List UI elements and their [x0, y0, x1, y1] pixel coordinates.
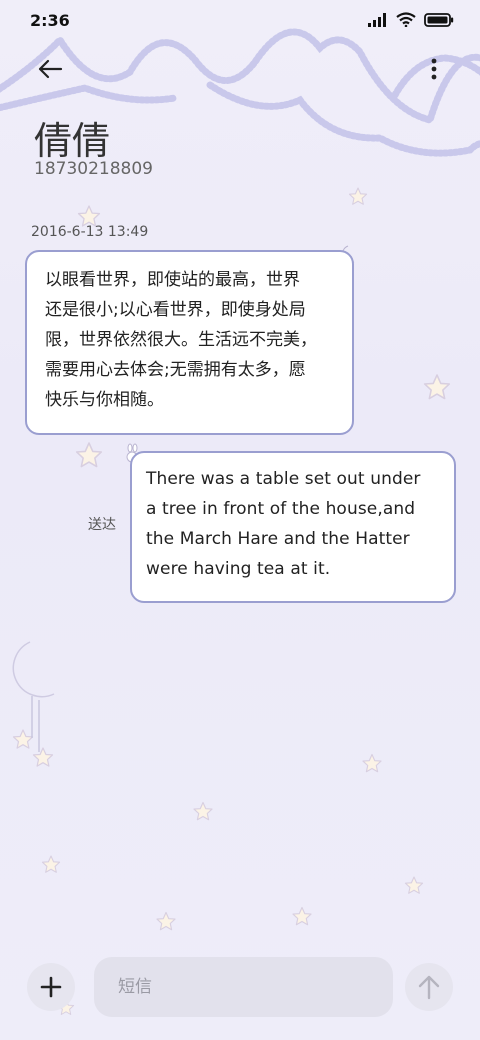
contact-name: 倩倩	[34, 119, 111, 163]
send-button[interactable]	[405, 963, 453, 1011]
contact-number: 18730218809	[34, 159, 153, 179]
message-line: 限，世界依然很大。生活远不完美，	[45, 330, 317, 350]
send-arrow-icon	[418, 975, 440, 1000]
status-icons	[368, 12, 454, 27]
outgoing-message-bubble[interactable]: There was a table set out under a tree i…	[130, 451, 456, 603]
battery-icon	[424, 12, 454, 27]
message-line: the March Hare and the Hatter	[146, 529, 410, 549]
message-timestamp: 2016-6-13 13:49	[31, 224, 149, 240]
message-line: 还是很小;以心看世界，即使身处局	[45, 300, 306, 320]
signal-icon	[368, 12, 386, 27]
delivery-status: 送达	[88, 517, 116, 533]
back-button[interactable]	[30, 52, 70, 86]
status-time: 2:36	[30, 11, 70, 30]
incoming-message-bubble[interactable]: 以眼看世界，即使站的最高，世界 还是很小;以心看世界，即使身处局 限，世界依然很…	[25, 250, 354, 435]
message-line: 以眼看世界，即使站的最高，世界	[45, 270, 300, 290]
wifi-icon	[396, 12, 416, 27]
add-attachment-button[interactable]	[27, 963, 75, 1011]
message-line: There was a table set out under	[146, 469, 421, 489]
plus-icon	[40, 976, 62, 998]
message-line: a tree in front of the house,and	[146, 499, 416, 519]
message-line: 快乐与你相随。	[45, 390, 164, 410]
more-vertical-icon	[431, 58, 437, 80]
message-line: 需要用心去体会;无需拥有太多，愿	[45, 360, 306, 380]
status-bar: 2:36	[0, 0, 480, 40]
more-options-button[interactable]	[424, 52, 444, 86]
message-line: were having tea at it.	[146, 559, 331, 579]
sms-input[interactable]	[94, 957, 393, 1017]
back-arrow-icon	[38, 59, 63, 79]
